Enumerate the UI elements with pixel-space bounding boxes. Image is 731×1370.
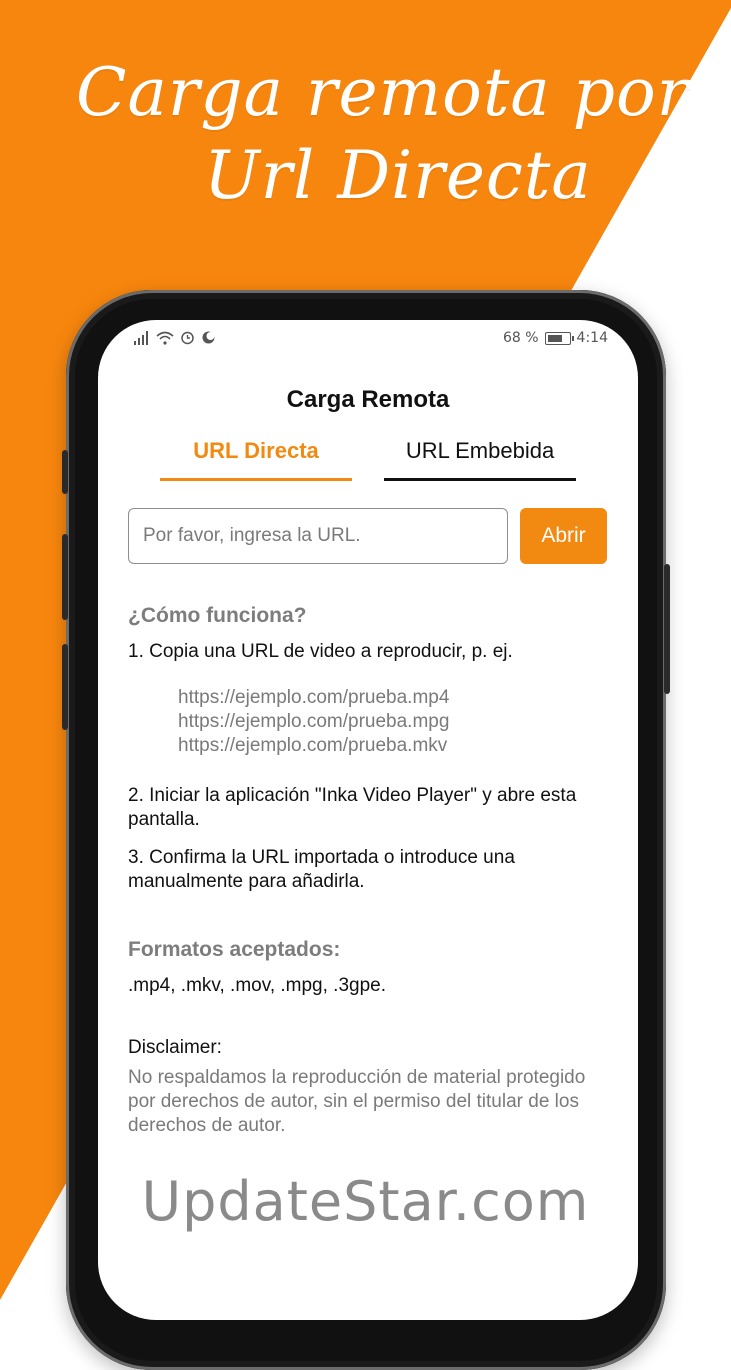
- phone-side-button: [62, 450, 68, 494]
- alarm-icon: [180, 330, 195, 349]
- tab-url-directa[interactable]: URL Directa: [160, 438, 352, 481]
- status-bar: 68 % 4:14: [98, 320, 638, 360]
- wifi-icon: [156, 331, 174, 349]
- step-2-text: 2. Iniciar la aplicación "Inka Video Pla…: [128, 785, 577, 830]
- step-1-text: 1. Copia una URL de video a reproducir, …: [128, 641, 513, 662]
- phone-power-button: [664, 564, 670, 694]
- url-input[interactable]: [128, 508, 508, 564]
- phone-volume-up-button: [62, 534, 68, 620]
- watermark: UpdateStar.com: [141, 1170, 590, 1233]
- phone-volume-down-button: [62, 644, 68, 730]
- disclaimer-text: No respaldamos la reproducción de materi…: [128, 1067, 586, 1136]
- step-3-text: 3. Confirma la URL importada o introduce…: [128, 847, 515, 892]
- status-time: 4:14: [576, 330, 608, 346]
- sync-icon: [201, 330, 216, 349]
- open-button[interactable]: Abrir: [520, 508, 607, 564]
- example-url-list: https://ejemplo.com/prueba.mp4 https://e…: [178, 686, 449, 758]
- headline-line-2: Url Directa: [204, 136, 592, 214]
- battery-percent: 68 %: [502, 330, 539, 346]
- signal-icon: [134, 330, 150, 349]
- formats-heading: Formatos aceptados:: [128, 938, 341, 961]
- screen-title: Carga Remota: [286, 386, 450, 413]
- how-it-works-heading: ¿Cómo funciona?: [128, 604, 307, 627]
- promo-headline: Carga remota por Url Directa: [0, 52, 731, 217]
- example-url: https://ejemplo.com/prueba.mpg: [178, 711, 450, 732]
- headline-line-1: Carga remota por: [76, 54, 690, 131]
- disclaimer-heading: Disclaimer:: [128, 1037, 222, 1058]
- tab-url-embebida[interactable]: URL Embebida: [384, 438, 576, 481]
- formats-list: .mp4, .mkv, .mov, .mpg, .3gpe.: [128, 975, 386, 996]
- example-url: https://ejemplo.com/prueba.mkv: [178, 735, 448, 756]
- example-url: https://ejemplo.com/prueba.mp4: [178, 687, 450, 708]
- battery-icon: [544, 331, 574, 345]
